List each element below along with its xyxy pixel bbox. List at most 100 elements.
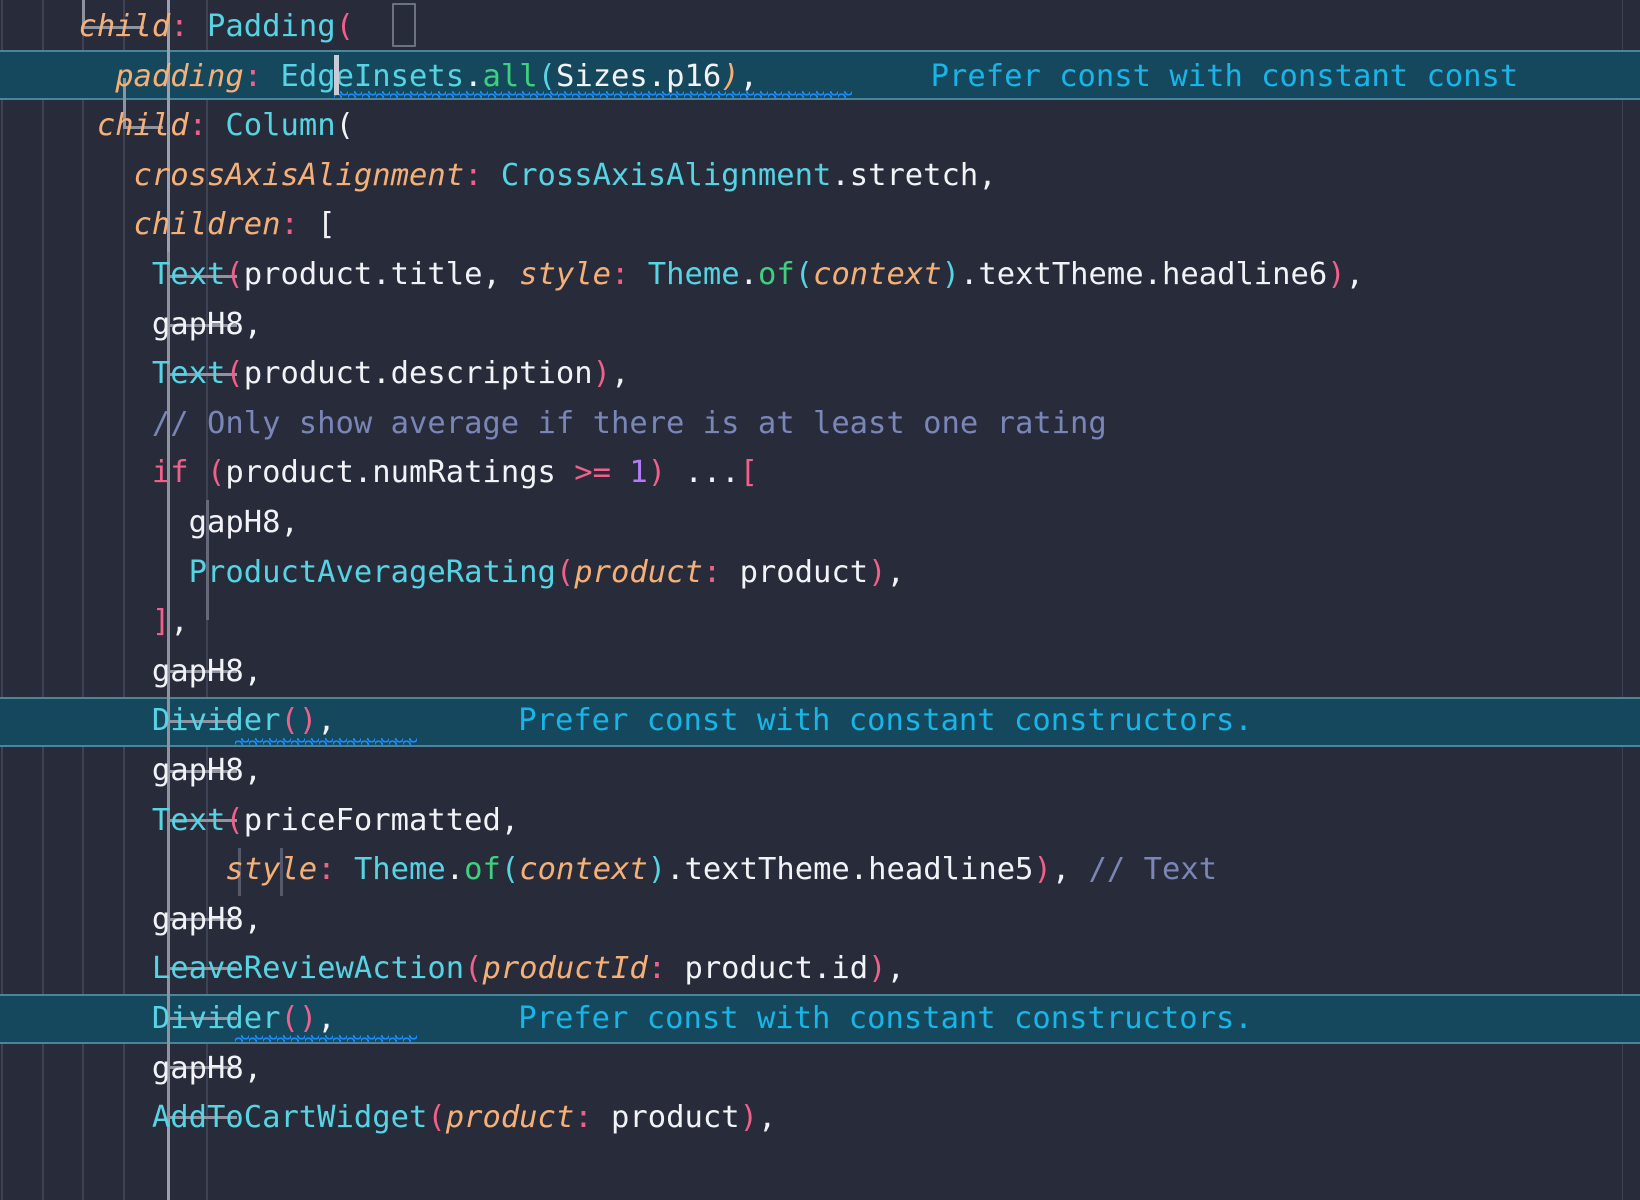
- code-line[interactable]: ProductAverageRating(product: product),: [0, 548, 1640, 598]
- code-token: crossAxisAlignment: [133, 157, 465, 193]
- code-line[interactable]: ],: [0, 597, 1640, 647]
- code-line-text: gapH8,: [5, 647, 262, 697]
- code-token: .textTheme.headline5: [666, 852, 1034, 888]
- code-token: :: [464, 157, 483, 193]
- code-token: Theme: [647, 257, 740, 292]
- code-token: ,: [886, 554, 905, 590]
- code-token: product: [445, 1100, 575, 1136]
- code-token: // Text: [1088, 852, 1218, 888]
- code-token: ): [941, 257, 960, 292]
- code-token: (: [464, 951, 483, 987]
- code-token: :: [647, 951, 667, 987]
- code-token: :: [611, 257, 630, 292]
- code-token: (: [794, 257, 814, 292]
- code-token: gapH8,: [5, 753, 263, 788]
- code-line-text: Text(priceFormatted,: [5, 796, 519, 846]
- code-token: 1: [629, 455, 648, 491]
- code-line-text: gapH8,: [5, 300, 262, 350]
- code-token: :: [574, 1100, 593, 1136]
- code-line-text: gapH8,: [5, 895, 262, 945]
- code-token: context: [813, 257, 942, 292]
- code-token: :: [702, 554, 722, 590]
- code-line-text: Text(product.title, style: Theme.of(cont…: [5, 250, 1364, 300]
- code-token: :: [188, 108, 208, 144]
- code-line[interactable]: Text(priceFormatted,: [0, 796, 1640, 846]
- code-line-text: ],: [5, 597, 189, 647]
- code-line[interactable]: gapH8,: [0, 1044, 1640, 1094]
- code-token: product: [592, 1100, 740, 1136]
- code-token: Text: [151, 257, 226, 292]
- code-line-text: if (product.numRatings >= 1) ...[: [5, 448, 758, 498]
- code-line[interactable]: style: Theme.of(context).textTheme.headl…: [0, 845, 1640, 895]
- code-line[interactable]: child: Padding(: [0, 2, 1640, 52]
- code-editor[interactable]: child: Padding( padding: EdgeInsets.all(…: [0, 0, 1640, 1200]
- code-line[interactable]: Text(product.description),: [0, 349, 1640, 399]
- code-line[interactable]: gapH8,: [0, 647, 1640, 697]
- code-line[interactable]: Text(product.title, style: Theme.of(cont…: [0, 250, 1640, 300]
- code-token: gapH8,: [5, 1050, 263, 1086]
- code-line[interactable]: LeaveReviewAction(productId: product.id)…: [0, 944, 1640, 994]
- code-token: ProductAverageRating: [188, 554, 556, 590]
- code-line-text: gapH8,: [5, 746, 262, 796]
- code-token: ,: [170, 604, 189, 640]
- code-token: product.title,: [243, 257, 520, 292]
- lint-squiggle: [235, 738, 417, 745]
- code-token: [: [298, 207, 336, 243]
- code-token: ,: [1345, 257, 1365, 292]
- code-token: .textTheme.headline6: [960, 257, 1328, 292]
- bracket-match-highlight: [392, 3, 416, 47]
- code-line[interactable]: AddToCartWidget(product: product),: [0, 1093, 1640, 1143]
- code-line[interactable]: crossAxisAlignment: CrossAxisAlignment.s…: [0, 151, 1640, 201]
- code-token: gapH8,: [5, 505, 299, 540]
- code-line[interactable]: gapH8,: [0, 746, 1640, 796]
- code-token: ): [868, 951, 887, 987]
- code-token: .stretch,: [831, 157, 997, 193]
- inline-lint-message: Prefer const with constant constructors.: [518, 1001, 1253, 1036]
- code-token: (: [500, 852, 520, 888]
- code-token: product.description: [243, 356, 593, 392]
- code-token: Column: [225, 108, 336, 144]
- code-token: ,: [317, 1001, 336, 1036]
- code-line[interactable]: if (product.numRatings >= 1) ...[: [0, 448, 1640, 498]
- code-token: Padding: [207, 9, 336, 44]
- code-token: [: [739, 455, 758, 491]
- code-token: of: [757, 257, 795, 292]
- code-line-text: style: Theme.of(context).textTheme.headl…: [5, 845, 1217, 895]
- code-line-text: crossAxisAlignment: CrossAxisAlignment.s…: [5, 151, 997, 201]
- code-token: gapH8,: [5, 653, 263, 689]
- code-token: Text: [151, 802, 226, 838]
- code-line[interactable]: child: Column(: [0, 101, 1640, 151]
- code-line[interactable]: children: [: [0, 200, 1640, 250]
- text-caret: [334, 55, 339, 95]
- code-token: (: [335, 108, 354, 144]
- code-token: child: [78, 9, 171, 44]
- code-line[interactable]: gapH8,: [0, 300, 1640, 350]
- code-token: Text: [151, 356, 226, 392]
- code-token: (: [225, 356, 244, 392]
- code-token: product.id: [666, 951, 869, 987]
- code-token: .: [445, 852, 465, 888]
- code-line[interactable]: // Only show average if there is at leas…: [0, 399, 1640, 449]
- code-token: LeaveReviewAction: [151, 951, 465, 987]
- code-token: context: [519, 852, 648, 888]
- code-line[interactable]: gapH8,: [0, 895, 1640, 945]
- code-line[interactable]: gapH8,: [0, 498, 1640, 548]
- code-token: AddToCartWidget: [151, 1100, 428, 1136]
- inline-lint-message: Prefer const with constant constructors.: [518, 703, 1253, 739]
- code-token: gapH8,: [5, 901, 263, 937]
- code-token: (: [207, 455, 226, 491]
- code-token: Divider: [151, 1001, 281, 1036]
